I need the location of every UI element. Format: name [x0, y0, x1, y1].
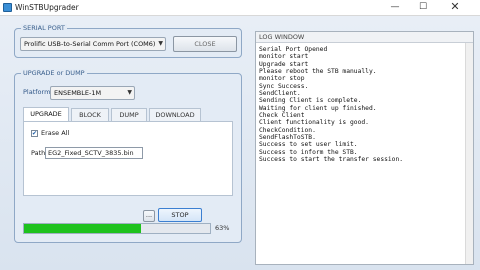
log-line: Success to inform the STB. — [259, 148, 358, 156]
minimize-icon[interactable]: — — [384, 0, 406, 15]
log-line: Sending Client is complete. — [259, 97, 362, 105]
serial-port-group: SERIAL PORT Prolific USB-to-Serial Comm … — [14, 24, 242, 58]
log-line: Success to set user limit. — [259, 141, 358, 149]
log-line: Serial Port Opened — [259, 46, 328, 53]
log-line: monitor stop — [259, 75, 305, 83]
serial-port-legend: SERIAL PORT — [21, 24, 67, 32]
log-line: CheckCondition. — [259, 126, 316, 134]
log-line: SendClient. — [259, 90, 301, 98]
upgrade-tab-panel: ✔ Erase All Path EG2_Fixed_SCTV_3835.bin — [23, 121, 233, 196]
chevron-down-icon: ▼ — [127, 89, 132, 96]
window-title: WinSTBUpgrader — [15, 3, 79, 12]
log-scrollbar[interactable] — [465, 43, 473, 264]
serial-port-select[interactable]: Prolific USB-to-Serial Comm Port (COM6) … — [20, 37, 166, 51]
upgrade-legend: UPGRADE or DUMP — [21, 69, 87, 77]
erase-all-checkbox[interactable]: ✔ — [31, 130, 38, 137]
log-text: Serial Port Opened monitor start Upgrade s… — [256, 43, 473, 164]
client-area: SERIAL PORT Prolific USB-to-Serial Comm … — [0, 16, 480, 270]
log-line: Upgrade start — [259, 60, 309, 68]
platform-value: ENSEMBLE-1M — [54, 89, 102, 97]
chevron-down-icon: ▼ — [158, 40, 163, 47]
tab-dump[interactable]: DUMP — [111, 108, 147, 121]
upgrade-group: UPGRADE or DUMP Platform ENSEMBLE-1M ▼ U… — [14, 69, 242, 243]
log-window-title: LOG WINDOW — [256, 32, 473, 43]
progress-percent: 63% — [215, 224, 230, 232]
log-line: Client functionality is good. — [259, 119, 369, 127]
serial-port-value: Prolific USB-to-Serial Comm Port (COM6) — [24, 40, 156, 48]
log-line: Waiting for client up finished. — [259, 104, 377, 112]
maximize-icon[interactable]: ☐ — [412, 0, 434, 15]
progress-fill — [24, 224, 142, 233]
app-icon — [3, 3, 12, 12]
progress-bar — [23, 223, 211, 234]
platform-label: Platform — [23, 88, 51, 96]
close-icon[interactable]: ✕ — [444, 0, 466, 15]
log-line: Please reboot the STB manually. — [259, 68, 377, 76]
log-line: Sync Success. — [259, 82, 309, 90]
stop-button[interactable]: STOP — [158, 208, 202, 222]
erase-all-label: Erase All — [41, 129, 70, 137]
log-line: Success to start the transfer session. — [259, 156, 404, 164]
close-port-button[interactable]: CLOSE — [173, 36, 237, 52]
log-line: SendFlashToSTB. — [259, 134, 316, 142]
log-line: Check Client — [259, 112, 305, 120]
tab-upgrade[interactable]: UPGRADE — [23, 107, 69, 121]
path-label: Path — [31, 149, 46, 157]
title-bar: WinSTBUpgrader — ☐ ✕ — [0, 0, 480, 16]
tab-block[interactable]: BLOCK — [71, 108, 109, 121]
browse-button[interactable]: ... — [143, 210, 155, 222]
tab-download[interactable]: DOWNLOAD — [149, 108, 201, 121]
platform-select[interactable]: ENSEMBLE-1M ▼ — [50, 86, 135, 100]
path-input[interactable]: EG2_Fixed_SCTV_3835.bin — [45, 147, 143, 159]
log-window: LOG WINDOW Serial Port Opened monitor sta… — [255, 31, 474, 265]
log-line: monitor start — [259, 53, 309, 61]
